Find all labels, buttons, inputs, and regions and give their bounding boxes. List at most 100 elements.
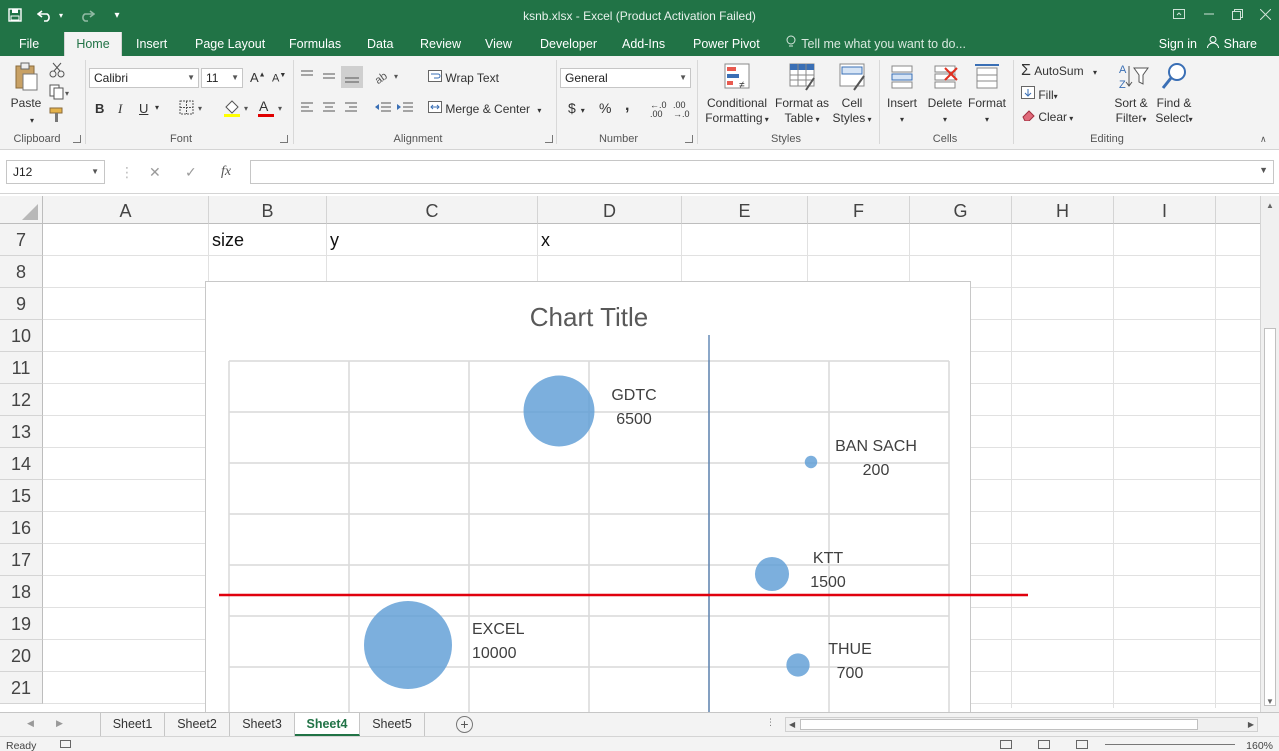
chart-title[interactable]: Chart Title bbox=[530, 302, 649, 332]
sort-filter-button[interactable]: AZ Sort & Filter▾ bbox=[1110, 62, 1152, 127]
insert-function-button[interactable]: fx bbox=[221, 164, 231, 180]
align-right-icon[interactable] bbox=[343, 100, 359, 119]
fill-color-icon[interactable]: ▾ bbox=[222, 98, 252, 121]
cut-icon[interactable] bbox=[49, 62, 65, 81]
decrease-font-size-icon[interactable]: A▼ bbox=[272, 72, 286, 85]
insert-cells-button[interactable]: Insert ▾ bbox=[883, 62, 921, 127]
sheet-tab-sheet4[interactable]: Sheet4 bbox=[295, 713, 360, 736]
row-header-19[interactable]: 19 bbox=[0, 608, 43, 640]
prev-sheet-icon[interactable]: ◀ bbox=[27, 718, 34, 729]
close-icon[interactable] bbox=[1250, 4, 1279, 24]
decrease-decimal-button[interactable]: .00 →.0 bbox=[673, 101, 691, 119]
sheet-tab-sheet3[interactable]: Sheet3 bbox=[230, 713, 295, 736]
increase-font-size-icon[interactable]: A▲ bbox=[250, 70, 266, 85]
column-header-j[interactable] bbox=[1216, 196, 1260, 224]
horizontal-scrollbar[interactable]: ◀ ▶ bbox=[785, 717, 1258, 732]
bubble-chart[interactable]: Chart Title GDTC 6500 BAN SACH 200 KTT 1500 EX… bbox=[205, 281, 971, 721]
tab-split-handle-icon[interactable]: ⋮ bbox=[766, 717, 775, 728]
copy-icon[interactable]: ▾ bbox=[49, 84, 69, 103]
bubble-label-name[interactable]: THUE bbox=[828, 641, 872, 658]
row-header-9[interactable]: 9 bbox=[0, 288, 43, 320]
column-header-g[interactable]: G bbox=[910, 196, 1012, 224]
clipboard-dialog-launcher-icon[interactable] bbox=[73, 135, 81, 143]
sheet-tab-sheet2[interactable]: Sheet2 bbox=[165, 713, 230, 736]
scroll-right-icon[interactable]: ▶ bbox=[1248, 718, 1254, 731]
tab-power-pivot[interactable]: Power Pivot bbox=[687, 32, 766, 56]
page-layout-view-icon[interactable] bbox=[1038, 740, 1050, 749]
top-align-icon[interactable] bbox=[299, 68, 315, 87]
normal-view-icon[interactable] bbox=[1000, 740, 1012, 749]
wrap-text-button[interactable]: Wrap Text bbox=[428, 70, 499, 85]
bubble-label-name[interactable]: GDTC bbox=[611, 387, 656, 404]
column-header-i[interactable]: I bbox=[1114, 196, 1216, 224]
tab-add-ins[interactable]: Add-Ins bbox=[616, 32, 671, 56]
align-left-icon[interactable] bbox=[299, 100, 315, 119]
name-box[interactable]: J12 ▼ bbox=[6, 160, 105, 184]
column-header-d[interactable]: D bbox=[538, 196, 682, 224]
share-button[interactable]: Share bbox=[1207, 32, 1257, 56]
formula-input[interactable]: ▼ bbox=[250, 160, 1274, 184]
percent-style-button[interactable]: % bbox=[599, 100, 611, 116]
delete-cells-button[interactable]: Delete ▾ bbox=[925, 62, 965, 127]
column-header-a[interactable]: A bbox=[43, 196, 209, 224]
accounting-format-button[interactable]: $ ▾ bbox=[568, 100, 585, 116]
scroll-left-icon[interactable]: ◀ bbox=[789, 718, 795, 731]
cell-d7[interactable]: x bbox=[537, 224, 550, 256]
clear-button[interactable]: Clear ▾ bbox=[1021, 109, 1073, 124]
collapse-ribbon-icon[interactable]: ∧ bbox=[1260, 134, 1267, 145]
comma-style-button[interactable]: , bbox=[625, 97, 629, 115]
underline-dropdown-icon[interactable]: ▾ bbox=[155, 103, 159, 112]
scroll-down-icon[interactable]: ▼ bbox=[1264, 696, 1276, 708]
italic-button[interactable]: I bbox=[118, 101, 122, 117]
add-sheet-icon[interactable]: + bbox=[456, 716, 473, 733]
format-painter-icon[interactable] bbox=[49, 107, 65, 126]
restore-icon[interactable] bbox=[1222, 4, 1252, 24]
increase-decimal-button[interactable]: ←.0 .00 bbox=[650, 101, 668, 119]
underline-button[interactable]: U bbox=[139, 101, 148, 116]
row-header-12[interactable]: 12 bbox=[0, 384, 43, 416]
horizontal-scroll-thumb[interactable] bbox=[800, 719, 1198, 730]
bold-button[interactable]: B bbox=[95, 101, 104, 116]
fill-button[interactable]: Fill▾ bbox=[1021, 86, 1058, 102]
align-center-icon[interactable] bbox=[321, 100, 337, 119]
row-header-14[interactable]: 14 bbox=[0, 448, 43, 480]
font-color-icon[interactable]: A ▾ bbox=[256, 98, 286, 121]
row-header-17[interactable]: 17 bbox=[0, 544, 43, 576]
minimize-icon[interactable] bbox=[1194, 4, 1224, 24]
row-header-7[interactable]: 7 bbox=[0, 224, 43, 256]
column-header-h[interactable]: H bbox=[1012, 196, 1114, 224]
tab-page-layout[interactable]: Page Layout bbox=[189, 32, 271, 56]
alignment-dialog-launcher-icon[interactable] bbox=[545, 135, 553, 143]
paste-dropdown-icon[interactable]: ▾ bbox=[26, 113, 38, 128]
sheet-tab-sheet5[interactable]: Sheet5 bbox=[360, 713, 425, 736]
borders-icon[interactable]: ▾ bbox=[179, 100, 205, 119]
bubble-thue[interactable] bbox=[786, 653, 810, 677]
tab-data[interactable]: Data bbox=[361, 32, 399, 56]
orientation-icon[interactable]: ab ▾ bbox=[373, 68, 402, 87]
zoom-level[interactable]: 160% bbox=[1246, 740, 1273, 751]
cancel-entry-icon[interactable]: ✕ bbox=[149, 164, 161, 181]
decrease-indent-icon[interactable] bbox=[374, 100, 392, 119]
page-break-preview-icon[interactable] bbox=[1076, 740, 1088, 749]
zoom-slider[interactable] bbox=[1105, 744, 1235, 745]
column-header-e[interactable]: E bbox=[682, 196, 808, 224]
confirm-entry-icon[interactable]: ✓ bbox=[185, 164, 197, 181]
row-header-16[interactable]: 16 bbox=[0, 512, 43, 544]
tab-developer[interactable]: Developer bbox=[534, 32, 603, 56]
bubble-label-size[interactable]: 700 bbox=[837, 665, 864, 682]
bubble-gdtc[interactable] bbox=[523, 375, 595, 447]
vertical-scrollbar[interactable]: ▲ ▼ bbox=[1260, 196, 1279, 712]
bubble-label-size[interactable]: 1500 bbox=[810, 574, 846, 591]
tab-formulas[interactable]: Formulas bbox=[283, 32, 347, 56]
cell-c7[interactable]: y bbox=[326, 224, 339, 256]
bubble-ktt[interactable] bbox=[754, 556, 790, 592]
middle-align-icon[interactable] bbox=[321, 68, 337, 87]
tab-file[interactable]: File bbox=[13, 32, 45, 56]
row-header-18[interactable]: 18 bbox=[0, 576, 43, 608]
row-header-20[interactable]: 20 bbox=[0, 640, 43, 672]
increase-indent-icon[interactable] bbox=[396, 100, 414, 119]
column-header-f[interactable]: F bbox=[808, 196, 910, 224]
bubble-label-name[interactable]: KTT bbox=[813, 550, 843, 567]
paste-button[interactable]: Paste bbox=[8, 62, 44, 111]
row-header-8[interactable]: 8 bbox=[0, 256, 43, 288]
